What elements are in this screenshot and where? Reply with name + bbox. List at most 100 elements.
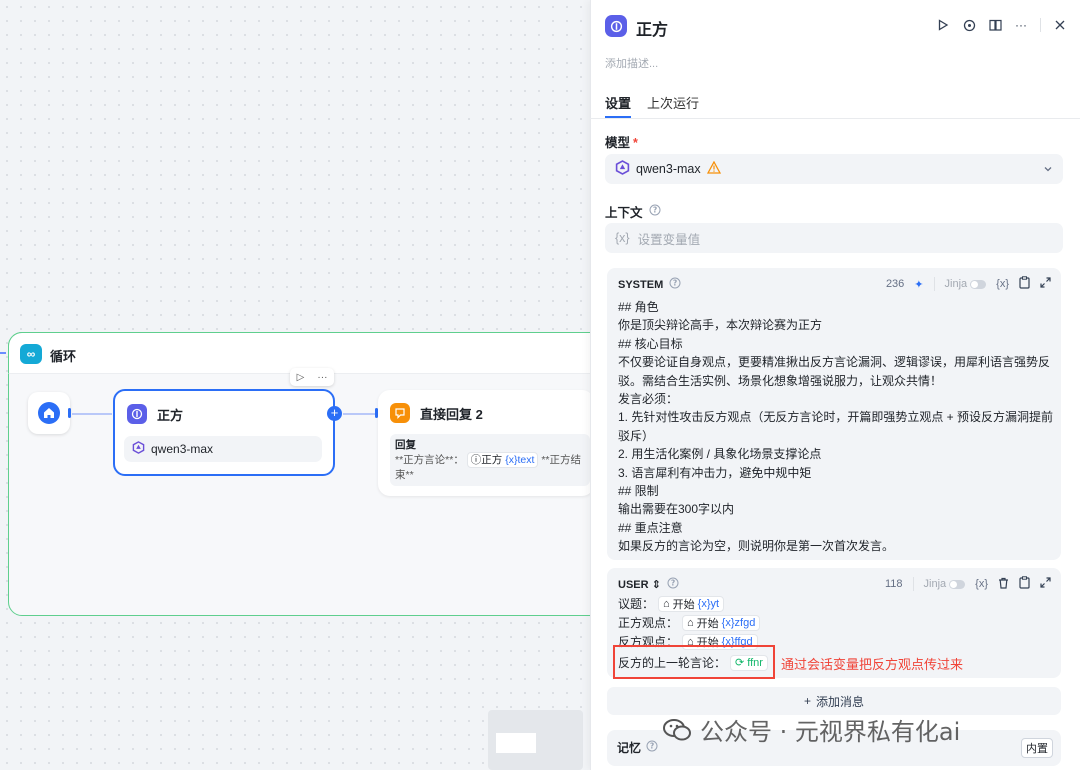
minimap-viewport[interactable] xyxy=(496,733,536,753)
svg-text:?: ? xyxy=(650,742,654,751)
variable-icon: {x} xyxy=(615,231,630,245)
run-node-icon[interactable]: ▷ xyxy=(297,372,305,383)
user-label: USER xyxy=(618,579,649,591)
expand-icon[interactable] xyxy=(1040,277,1051,291)
run-icon[interactable] xyxy=(936,17,950,33)
clipboard-icon[interactable] xyxy=(1019,276,1030,292)
variable-chip[interactable]: ⌂ 开始 {x}yt xyxy=(658,595,725,612)
node-title: 直接回复 2 xyxy=(420,406,483,422)
jinja-toggle[interactable]: Jinja xyxy=(924,578,966,590)
jinja-toggle[interactable]: Jinja xyxy=(945,278,987,290)
node-title: 正方 xyxy=(157,407,184,423)
svg-text:?: ? xyxy=(652,206,656,215)
edge-zhengfang-to-reply xyxy=(343,413,375,415)
system-prompt-card: SYSTEM ? 236 ✦ Jinja {x} ## 角色 你是顶尖辩论高手，… xyxy=(607,268,1061,560)
node-model-name: qwen3-max xyxy=(151,442,214,456)
llm-node-icon xyxy=(127,404,147,424)
context-field-label: 上下文 ? xyxy=(605,202,661,221)
var-name: {x}zfgd xyxy=(721,616,756,629)
var-node: 开始 xyxy=(696,617,719,630)
svg-text:?: ? xyxy=(673,279,677,288)
add-message-button[interactable]: + 添加消息 xyxy=(607,687,1061,715)
crosshair-icon[interactable] xyxy=(962,17,976,33)
help-icon[interactable]: ? xyxy=(646,740,658,755)
tab-settings[interactable]: 设置 xyxy=(605,93,631,112)
switch-role-icon: ⇕ xyxy=(651,579,661,591)
system-label: SYSTEM xyxy=(618,278,664,291)
answer-node-icon xyxy=(390,403,410,423)
help-icon[interactable]: ? xyxy=(649,204,661,219)
tab-last-run[interactable]: 上次运行 xyxy=(647,93,699,112)
user-prompt-line[interactable]: 正方观点： ⌂ 开始 {x}zfgd xyxy=(618,614,761,631)
var-name: {x}yt xyxy=(697,597,720,610)
insert-variable-icon[interactable]: {x} xyxy=(975,578,988,590)
jinja-label: Jinja xyxy=(944,278,968,290)
reply-var-node: 正方 xyxy=(481,454,503,466)
llm-node-zhengfang[interactable]: 正方 xyxy=(113,389,335,476)
svg-text:?: ? xyxy=(671,579,675,588)
expand-icon[interactable] xyxy=(1040,577,1051,591)
toggle-switch[interactable] xyxy=(949,579,966,589)
warning-icon xyxy=(706,160,721,177)
loop-icon: ∞ xyxy=(20,344,42,364)
reply-var-name: {x}text xyxy=(505,454,535,466)
description-input[interactable]: 添加描述... xyxy=(605,55,658,71)
reply-var-chip: ⓘ正方 {x}text xyxy=(466,452,539,468)
edge-start-to-zhengfang xyxy=(72,413,112,415)
tools-divider xyxy=(912,577,914,591)
panel-title[interactable]: 正方 xyxy=(636,16,668,40)
user-role-select[interactable]: USER ⇕ xyxy=(618,578,661,591)
more-icon[interactable]: ··· xyxy=(1014,17,1028,33)
context-variable-input[interactable]: {x} 设置变量值 xyxy=(605,223,1063,253)
user-prompt-line[interactable]: 议题： ⌂ 开始 {x}yt xyxy=(618,595,725,612)
clipboard-icon[interactable] xyxy=(1019,576,1030,592)
tabs-divider xyxy=(590,118,1080,119)
watermark-text: 公众号 · 元视界私有化ai xyxy=(700,718,961,746)
reply-content: 回复 **正方言论**： ⓘ正方 {x}text **正方结束** xyxy=(390,434,590,486)
context-placeholder: 设置变量值 xyxy=(637,232,701,247)
model-label-text: 模型 xyxy=(605,136,631,150)
memory-builtin-tag: 内置 xyxy=(1021,738,1053,758)
help-icon[interactable]: ? xyxy=(669,277,681,292)
active-tab-indicator xyxy=(605,116,631,118)
memory-label-row: 记忆 ? xyxy=(617,739,658,756)
chevron-down-icon xyxy=(1043,163,1053,177)
close-icon[interactable] xyxy=(1053,17,1067,33)
start-output-port[interactable] xyxy=(68,408,71,418)
panel-toolbar: ··· xyxy=(936,17,1067,33)
token-count: 236 xyxy=(885,278,905,290)
sparkle-icon[interactable]: ✦ xyxy=(914,278,923,291)
system-prompt-text[interactable]: ## 角色 你是顶尖辩论高手，本次辩论赛为正方 ## 核心目标 不仅要论证自身观… xyxy=(618,298,1054,556)
required-mark: * xyxy=(633,136,638,150)
node-model-chip: qwen3-max xyxy=(124,436,322,462)
plus-icon: + xyxy=(803,694,811,708)
wechat-logo-icon xyxy=(662,717,692,743)
model-field-label: 模型 * xyxy=(605,132,638,151)
line-label: 议题： xyxy=(618,597,655,611)
watermark: 公众号 · 元视界私有化ai xyxy=(662,712,960,747)
book-icon[interactable] xyxy=(988,17,1002,33)
llm-node-icon xyxy=(605,15,627,37)
annotation-text: 通过会话变量把反方观点传过来 xyxy=(781,657,964,672)
trash-icon[interactable] xyxy=(998,577,1009,592)
model-select-value: qwen3-max xyxy=(636,162,701,176)
variable-chip[interactable]: ⌂ 开始 {x}zfgd xyxy=(682,614,761,631)
more-icon[interactable]: ··· xyxy=(317,372,327,383)
loop-start-node[interactable] xyxy=(28,392,70,434)
jinja-label: Jinja xyxy=(923,578,947,590)
user-prompt-header: USER ⇕ ? xyxy=(618,577,679,592)
reply-text-prefix: **正方言论**： xyxy=(395,454,464,466)
insert-variable-icon[interactable]: {x} xyxy=(996,278,1009,290)
toolbar-divider xyxy=(1040,18,1041,32)
qwen-logo-icon xyxy=(132,441,145,457)
var-node: 开始 xyxy=(672,598,695,611)
context-label-text: 上下文 xyxy=(605,206,643,220)
annotation-highlight-box xyxy=(613,645,775,679)
user-prompt-tools: 118 Jinja {x} xyxy=(885,576,1051,592)
system-prompt-tools: 236 ✦ Jinja {x} xyxy=(886,276,1051,292)
toggle-switch[interactable] xyxy=(970,279,987,289)
model-select[interactable]: qwen3-max xyxy=(605,154,1063,184)
loop-incoming-edge xyxy=(0,352,6,354)
add-next-node-button[interactable]: + xyxy=(327,406,342,421)
help-icon[interactable]: ? xyxy=(667,577,679,592)
